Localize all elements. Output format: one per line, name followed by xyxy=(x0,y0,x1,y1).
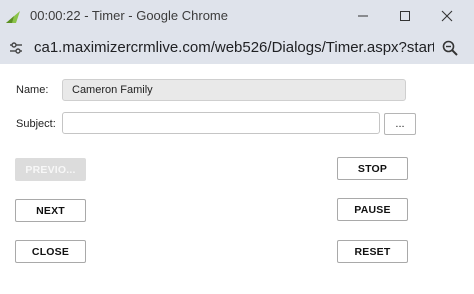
minimize-icon xyxy=(358,15,368,17)
stop-button[interactable]: STOP xyxy=(337,157,408,180)
address-bar[interactable]: ca1.maximizercrmlive.com/web526/Dialogs/… xyxy=(0,32,474,64)
next-button[interactable]: NEXT xyxy=(15,199,86,222)
subject-input[interactable] xyxy=(62,112,380,134)
close-icon xyxy=(441,10,453,22)
close-button[interactable]: CLOSE xyxy=(15,240,86,263)
pause-button[interactable]: PAUSE xyxy=(337,198,408,221)
name-label: Name: xyxy=(16,84,49,96)
window-title-bar: 00:00:22 - Timer - Google Chrome xyxy=(0,0,474,32)
maximize-button[interactable] xyxy=(392,4,418,28)
name-field: Cameron Family xyxy=(62,79,406,101)
subject-lookup-button[interactable]: ... xyxy=(384,113,416,135)
window-title: 00:00:22 - Timer - Google Chrome xyxy=(30,8,228,23)
zoom-icon[interactable] xyxy=(441,39,459,57)
maximizer-app-icon xyxy=(6,10,20,23)
reset-button[interactable]: RESET xyxy=(337,240,408,263)
timer-dialog: Name: Cameron Family Subject: ... PREVIO… xyxy=(0,64,474,294)
minimize-button[interactable] xyxy=(350,4,376,28)
previous-button[interactable]: PREVIO... xyxy=(15,158,86,181)
subject-label: Subject: xyxy=(16,118,56,130)
site-info-icon[interactable] xyxy=(8,40,24,56)
url-text[interactable]: ca1.maximizercrmlive.com/web526/Dialogs/… xyxy=(34,39,434,56)
close-window-button[interactable] xyxy=(434,4,460,28)
maximize-icon xyxy=(400,11,410,21)
